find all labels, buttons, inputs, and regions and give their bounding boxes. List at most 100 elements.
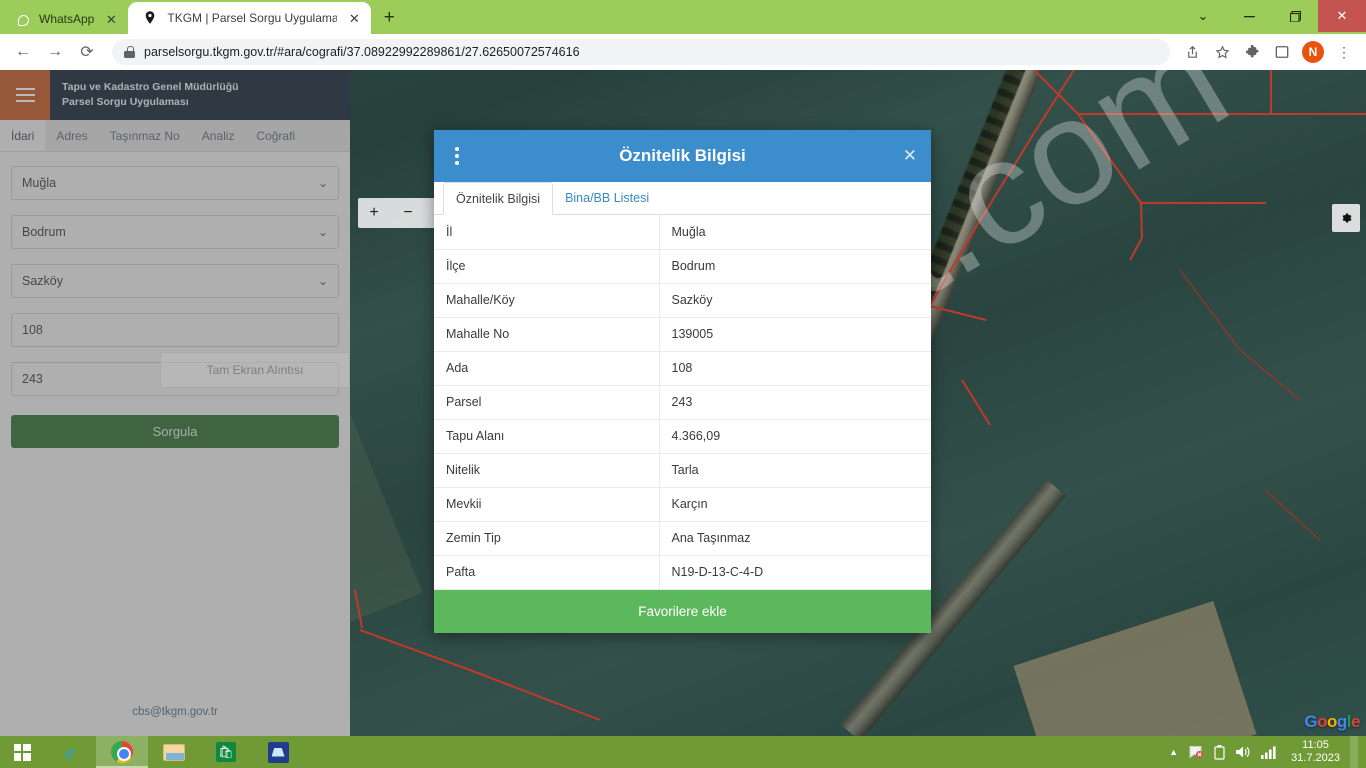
sorgula-button[interactable]: Sorgula xyxy=(11,415,339,448)
hamburger-icon[interactable] xyxy=(0,70,50,120)
contact-email-link[interactable]: cbs@tkgm.gov.tr xyxy=(0,706,350,718)
table-row: Mahalle/Köy Sazköy xyxy=(434,283,931,318)
minimize-button[interactable] xyxy=(1226,0,1272,32)
browser-menu-icon[interactable]: ⋮ xyxy=(1330,38,1358,66)
system-tray: ▲ 11:05 31.7.2023 xyxy=(1169,736,1366,768)
row-key: Zemin Tip xyxy=(434,521,660,556)
ada-input[interactable]: 108 xyxy=(11,313,339,347)
close-window-button[interactable]: ✕ xyxy=(1318,0,1366,32)
sidepanel-icon[interactable] xyxy=(1268,38,1296,66)
clock-date: 31.7.2023 xyxy=(1291,752,1340,764)
add-to-favorites-button[interactable]: Favorilere ekle xyxy=(434,589,931,633)
taskbar-file-explorer[interactable] xyxy=(148,736,200,768)
row-value: Tarla xyxy=(659,453,931,488)
table-row: İlçe Bodrum xyxy=(434,249,931,284)
browser-tab-whatsapp[interactable]: WhatsApp ✕ xyxy=(0,4,128,34)
attribute-table: İl Muğla İlçe Bodrum Mahalle/Köy Sazköy xyxy=(434,215,931,590)
il-select-value: Muğla xyxy=(22,176,57,190)
row-value: 108 xyxy=(659,351,931,386)
chevron-down-icon: ⌄ xyxy=(317,274,328,288)
profile-avatar[interactable]: N xyxy=(1302,41,1324,63)
new-tab-button[interactable]: + xyxy=(375,4,403,32)
taskbar-google-chrome[interactable] xyxy=(96,736,148,768)
tab-oznitelik-bilgisi[interactable]: Öznitelik Bilgisi xyxy=(443,182,554,215)
maximize-button[interactable] xyxy=(1272,0,1318,32)
ie-icon: e xyxy=(65,739,75,764)
chevron-down-icon: ⌄ xyxy=(317,225,328,239)
volume-icon[interactable] xyxy=(1235,745,1251,759)
row-value: Karçın xyxy=(659,487,931,522)
table-row: Tapu Alanı 4.366,09 xyxy=(434,419,931,454)
whatsapp-icon xyxy=(14,11,30,27)
row-key: Mahalle No xyxy=(434,317,660,352)
back-icon[interactable]: ← xyxy=(8,37,38,67)
reload-icon[interactable]: ⟳ xyxy=(72,37,102,67)
close-icon[interactable]: ✕ xyxy=(903,146,917,166)
browser-tab-tkgm[interactable]: TKGM | Parsel Sorgu Uygulaması ✕ xyxy=(128,2,372,34)
ada-input-value: 108 xyxy=(22,323,43,337)
taskbar-microsoft-store[interactable]: 🛍 xyxy=(200,736,252,768)
taskbar-clock[interactable]: 11:05 31.7.2023 xyxy=(1287,739,1340,765)
row-key: Parsel xyxy=(434,385,660,420)
tab-search-icon[interactable]: ⌄ xyxy=(1180,0,1226,32)
row-key: Ada xyxy=(434,351,660,386)
row-value: Sazköy xyxy=(659,283,931,318)
extensions-puzzle-icon[interactable] xyxy=(1238,38,1266,66)
gear-icon[interactable] xyxy=(1332,204,1360,232)
attribute-info-dialog: Öznitelik Bilgisi ✕ Öznitelik Bilgisi Bi… xyxy=(434,130,931,633)
address-bar-url: parselsorgu.tkgm.gov.tr/#ara/cografi/37.… xyxy=(144,45,580,59)
table-row: Mahalle No 139005 xyxy=(434,317,931,352)
chevron-down-icon: ⌄ xyxy=(317,176,328,190)
mahalle-select[interactable]: Sazköy ⌄ xyxy=(11,264,339,298)
app-title-line2: Parsel Sorgu Uygulaması xyxy=(62,96,189,108)
tab-analiz[interactable]: Analiz xyxy=(191,120,246,151)
table-row: Nitelik Tarla xyxy=(434,453,931,488)
kebab-menu-icon[interactable] xyxy=(448,147,466,165)
share-icon[interactable] xyxy=(1178,38,1206,66)
row-value: 4.366,09 xyxy=(659,419,931,454)
table-row: Zemin Tip Ana Taşınmaz xyxy=(434,521,931,556)
tray-overflow-icon[interactable]: ▲ xyxy=(1169,747,1178,757)
tab-cografi[interactable]: Coğrafi xyxy=(245,120,306,151)
scanner-icon xyxy=(267,741,289,763)
dialog-header: Öznitelik Bilgisi ✕ xyxy=(434,130,931,182)
il-select[interactable]: Muğla ⌄ xyxy=(11,166,339,200)
windows-taskbar: e 🛍 ▲ 11:05 31.7.2023 xyxy=(0,736,1366,768)
signal-icon[interactable] xyxy=(1261,745,1277,759)
row-key: Nitelik xyxy=(434,453,660,488)
screen: WhatsApp ✕ TKGM | Parsel Sorgu Uygulamas… xyxy=(0,0,1366,768)
dialog-body: Öznitelik Bilgisi Bina/BB Listesi İl Muğ… xyxy=(434,182,931,633)
tab-close-icon[interactable]: ✕ xyxy=(346,10,362,26)
forward-icon[interactable]: → xyxy=(40,37,70,67)
taskbar-scanner-app[interactable] xyxy=(252,736,304,768)
row-value: 139005 xyxy=(659,317,931,352)
lock-icon xyxy=(124,46,135,58)
tab-idari[interactable]: İdari xyxy=(0,120,46,151)
location-pin-icon xyxy=(142,10,158,26)
tab-bina-bb-listesi[interactable]: Bina/BB Listesi xyxy=(553,182,661,214)
battery-icon[interactable] xyxy=(1214,744,1225,760)
ilce-select-value: Bodrum xyxy=(22,225,66,239)
tab-title: TKGM | Parsel Sorgu Uygulaması xyxy=(167,11,338,25)
row-key: Mahalle/Köy xyxy=(434,283,660,318)
clock-time: 11:05 xyxy=(1302,739,1329,751)
address-bar[interactable]: parselsorgu.tkgm.gov.tr/#ara/cografi/37.… xyxy=(112,39,1170,65)
row-key: İlçe xyxy=(434,249,660,284)
dialog-tabs: Öznitelik Bilgisi Bina/BB Listesi xyxy=(434,182,931,215)
tab-tasinmaz-no[interactable]: Taşınmaz No xyxy=(99,120,191,151)
tab-adres[interactable]: Adres xyxy=(45,120,98,151)
zoom-out-icon[interactable]: − xyxy=(398,204,418,222)
app-header: Tapu ve Kadastro Genel Müdürlüğü Parsel … xyxy=(0,70,350,120)
sidebar-form: Muğla ⌄ Bodrum ⌄ Sazköy ⌄ 108 243 Sorgul… xyxy=(0,152,350,448)
network-error-icon[interactable] xyxy=(1188,745,1204,759)
zoom-in-icon[interactable]: + xyxy=(364,204,384,222)
start-button[interactable] xyxy=(0,736,44,768)
taskbar-internet-explorer[interactable]: e xyxy=(44,736,96,768)
ilce-select[interactable]: Bodrum ⌄ xyxy=(11,215,339,249)
show-desktop-button[interactable] xyxy=(1350,736,1358,768)
parsel-input[interactable]: 243 xyxy=(11,362,339,396)
bookmark-star-icon[interactable] xyxy=(1208,38,1236,66)
tab-close-icon[interactable]: ✕ xyxy=(103,11,119,27)
app-title-line1: Tapu ve Kadastro Genel Müdürlüğü xyxy=(62,81,239,93)
app-title: Tapu ve Kadastro Genel Müdürlüğü Parsel … xyxy=(50,80,239,110)
